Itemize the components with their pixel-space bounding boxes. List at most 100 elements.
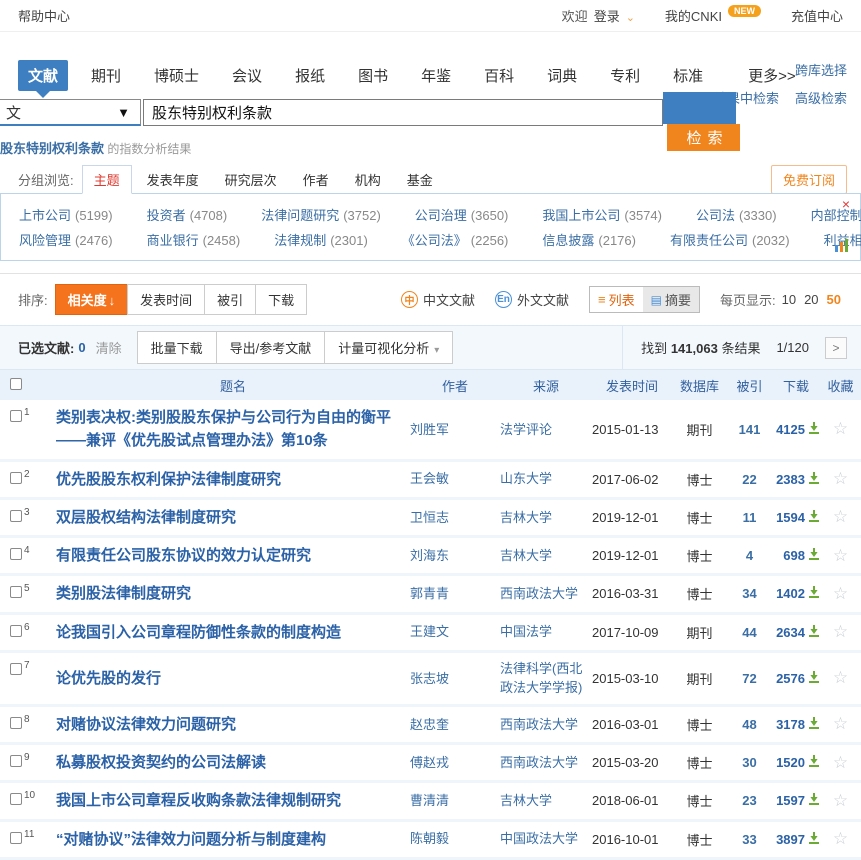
row-checkbox[interactable] — [10, 548, 22, 560]
source-link[interactable]: 吉林大学 — [500, 508, 592, 528]
download-link[interactable]: 698 — [772, 548, 820, 563]
source-link[interactable]: 西南政法大学 — [500, 753, 592, 773]
foreign-literature-toggle[interactable]: En 外文文献 — [495, 290, 569, 309]
row-checkbox[interactable] — [10, 625, 22, 637]
document-title-link[interactable]: 有限责任公司股东协议的效力认定研究 — [56, 544, 410, 567]
author-link[interactable]: 卫恒志 — [410, 508, 500, 528]
download-link[interactable]: 2634 — [772, 625, 820, 640]
nav-tab[interactable]: 文献 — [18, 60, 68, 91]
download-link[interactable]: 2383 — [772, 472, 820, 487]
favorite-star-icon[interactable]: ☆ — [820, 546, 861, 566]
row-checkbox[interactable] — [10, 510, 22, 522]
author-link[interactable]: 傅赵戎 — [410, 753, 500, 773]
nav-tab[interactable]: 报纸 — [285, 60, 335, 91]
favorite-star-icon[interactable]: ☆ — [820, 469, 861, 489]
batch-download-button[interactable]: 批量下载 — [137, 331, 217, 364]
author-link[interactable]: 郭青青 — [410, 584, 500, 604]
download-link[interactable]: 1520 — [772, 755, 820, 770]
topic-tag[interactable]: 我国上市公司(3574) — [542, 205, 662, 224]
topic-tag[interactable]: 法律规制(2301) — [274, 230, 368, 249]
help-center-link[interactable]: 帮助中心 — [18, 6, 70, 25]
favorite-star-icon[interactable]: ☆ — [820, 419, 861, 439]
per-page-option[interactable]: 20 — [802, 292, 820, 307]
nav-tab[interactable]: 专利 — [600, 60, 650, 91]
cited-count-link[interactable]: 30 — [727, 755, 772, 770]
nav-tab[interactable]: 博硕士 — [144, 60, 209, 91]
search-input[interactable] — [143, 99, 663, 126]
group-tab[interactable]: 基金 — [396, 166, 444, 193]
per-page-option[interactable]: 50 — [825, 292, 843, 307]
per-page-option[interactable]: 10 — [780, 292, 798, 307]
nav-tab[interactable]: 会议 — [222, 60, 272, 91]
source-link[interactable]: 中国法学 — [500, 622, 592, 642]
nav-tab[interactable]: 期刊 — [81, 60, 131, 91]
favorite-star-icon[interactable]: ☆ — [820, 829, 861, 849]
cited-count-link[interactable]: 72 — [727, 671, 772, 686]
favorite-star-icon[interactable]: ☆ — [820, 668, 861, 688]
cited-count-link[interactable]: 23 — [727, 793, 772, 808]
bar-chart-icon[interactable] — [834, 238, 850, 255]
favorite-star-icon[interactable]: ☆ — [820, 753, 861, 773]
cited-count-link[interactable]: 33 — [727, 832, 772, 847]
column-header[interactable]: 发表时间 — [592, 376, 672, 395]
download-link[interactable]: 1402 — [772, 586, 820, 601]
column-header[interactable]: 来源 — [500, 376, 592, 395]
search-toolbar-block[interactable] — [663, 92, 736, 124]
topic-tag[interactable]: 内部控制(3088) — [811, 205, 861, 224]
source-link[interactable]: 西南政法大学 — [500, 715, 592, 735]
topic-tag[interactable]: 商业银行(2458) — [147, 230, 241, 249]
source-link[interactable]: 吉林大学 — [500, 546, 592, 566]
my-cnki-link[interactable]: 我的CNKI — [665, 6, 722, 25]
abstract-view-button[interactable]: ▤ 摘要 — [643, 287, 699, 312]
favorite-star-icon[interactable]: ☆ — [820, 714, 861, 734]
search-button[interactable]: 检索 — [667, 124, 740, 151]
topic-tag[interactable]: 上市公司(5199) — [19, 205, 113, 224]
column-header[interactable]: 作者 — [410, 376, 500, 395]
search-field-dropdown[interactable]: 文 ▼ — [0, 99, 141, 126]
row-checkbox[interactable] — [10, 663, 22, 675]
row-checkbox[interactable] — [10, 793, 22, 805]
source-link[interactable]: 山东大学 — [500, 469, 592, 489]
nav-tab[interactable]: 百科 — [474, 60, 524, 91]
index-analysis-link[interactable]: 股东特别权利条款 — [0, 141, 104, 156]
group-tab[interactable]: 发表年度 — [136, 166, 210, 193]
sort-button[interactable]: 相关度↓ — [55, 284, 129, 315]
clear-selection-link[interactable]: 清除 — [96, 338, 122, 357]
download-link[interactable]: 4125 — [772, 422, 820, 437]
select-all-checkbox[interactable] — [10, 378, 22, 390]
more-link[interactable]: 更多>> — [748, 65, 796, 86]
download-link[interactable]: 3178 — [772, 717, 820, 732]
source-link[interactable]: 法律科学(西北政法大学学报) — [500, 659, 592, 698]
document-title-link[interactable]: 我国上市公司章程反收购条款法律规制研究 — [56, 789, 410, 812]
row-checkbox[interactable] — [10, 717, 22, 729]
nav-tab[interactable]: 标准 — [663, 60, 713, 91]
favorite-star-icon[interactable]: ☆ — [820, 622, 861, 642]
row-checkbox[interactable] — [10, 755, 22, 767]
author-link[interactable]: 赵忠奎 — [410, 715, 500, 735]
author-link[interactable]: 陈朝毅 — [410, 829, 500, 849]
chinese-literature-toggle[interactable]: 中 中文文献 — [401, 290, 475, 309]
row-checkbox[interactable] — [10, 472, 22, 484]
close-icon[interactable]: × — [842, 196, 850, 212]
download-link[interactable]: 1594 — [772, 510, 820, 525]
document-title-link[interactable]: 私募股权投资契约的公司法解读 — [56, 751, 410, 774]
topic-tag[interactable]: 《公司法》(2256) — [402, 230, 509, 249]
row-checkbox[interactable] — [10, 410, 22, 422]
cited-count-link[interactable]: 141 — [727, 422, 772, 437]
recharge-center-link[interactable]: 充值中心 — [791, 6, 843, 25]
document-title-link[interactable]: 优先股股东权利保护法律制度研究 — [56, 468, 410, 491]
document-title-link[interactable]: 论优先股的发行 — [56, 667, 410, 690]
column-header[interactable]: 数据库 — [672, 376, 727, 395]
group-tab[interactable]: 主题 — [82, 165, 132, 194]
nav-tab[interactable]: 图书 — [348, 60, 398, 91]
sort-button[interactable]: 下载 — [255, 284, 307, 315]
cited-count-link[interactable]: 11 — [727, 510, 772, 525]
free-subscribe-button[interactable]: 免费订阅 — [771, 165, 847, 194]
favorite-star-icon[interactable]: ☆ — [820, 507, 861, 527]
cross-db-select-link[interactable]: 跨库选择 — [795, 60, 847, 79]
cited-count-link[interactable]: 22 — [727, 472, 772, 487]
list-view-button[interactable]: ≡ 列表 — [590, 287, 643, 312]
topic-tag[interactable]: 投资者(4708) — [147, 205, 228, 224]
document-title-link[interactable]: “对赌协议”法律效力问题分析与制度建构 — [56, 828, 410, 851]
nav-tab[interactable]: 年鉴 — [411, 60, 461, 91]
